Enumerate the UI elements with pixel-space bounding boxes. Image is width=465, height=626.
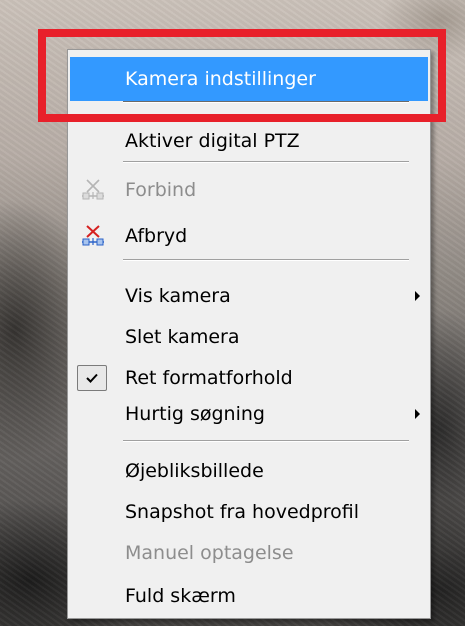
- menu-separator: [123, 161, 409, 163]
- red-highlight-annotation: [38, 29, 446, 122]
- camera-context-menu: Kamera indstillinger Aktiver digital PTZ…: [67, 49, 431, 619]
- checkmark-icon: [77, 365, 107, 391]
- menu-item-disconnect[interactable]: Afbryd: [70, 215, 428, 257]
- menu-item-label: Snapshot fra hovedprofil: [125, 501, 360, 523]
- menu-separator: [123, 259, 409, 261]
- menu-item-label: Vis kamera: [125, 285, 231, 307]
- submenu-arrow-icon: [415, 291, 420, 301]
- menu-item-label: Øjebliksbillede: [125, 460, 264, 482]
- menu-item-label: Hurtig søgning: [125, 403, 265, 425]
- disconnect-icon: [82, 225, 104, 246]
- menu-item-label: Fuld skærm: [125, 585, 236, 607]
- menu-item-label: Forbind: [125, 179, 197, 201]
- menu-item-enable-digital-ptz[interactable]: Aktiver digital PTZ: [70, 120, 428, 162]
- menu-item-delete-camera[interactable]: Slet kamera: [70, 316, 428, 358]
- menu-item-snapshot[interactable]: Øjebliksbillede: [70, 450, 428, 492]
- menu-item-full-screen[interactable]: Fuld skærm: [70, 575, 428, 617]
- menu-item-label: Aktiver digital PTZ: [125, 130, 300, 152]
- menu-item-label: Slet kamera: [125, 326, 240, 348]
- menu-item-connect[interactable]: Forbind: [70, 169, 428, 211]
- menu-item-label: Afbryd: [125, 225, 188, 247]
- menu-item-manual-recording[interactable]: Manuel optagelse: [70, 532, 428, 574]
- menu-item-label: Ret formatforhold: [125, 367, 293, 389]
- connect-icon: [82, 179, 104, 200]
- submenu-arrow-icon: [415, 409, 420, 419]
- menu-item-label: Manuel optagelse: [125, 542, 294, 564]
- menu-item-snapshot-main-profile[interactable]: Snapshot fra hovedprofil: [70, 491, 428, 533]
- menu-item-show-camera[interactable]: Vis kamera: [70, 275, 428, 317]
- menu-separator: [123, 440, 409, 442]
- menu-item-quick-search[interactable]: Hurtig søgning: [70, 393, 428, 435]
